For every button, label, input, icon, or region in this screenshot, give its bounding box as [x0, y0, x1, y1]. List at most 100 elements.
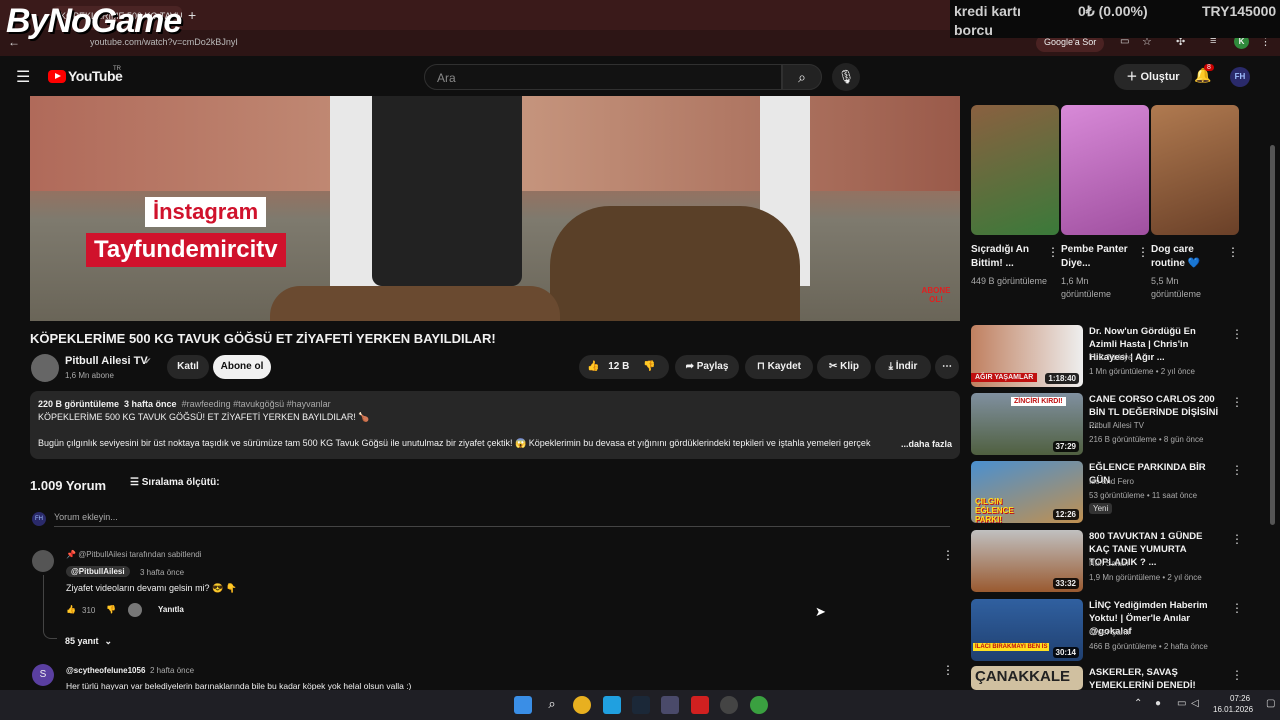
sort-button[interactable]: ☰ Sıralama ölçütü:: [130, 477, 220, 488]
page-scrollbar[interactable]: [1270, 145, 1275, 525]
thumbs-up-icon[interactable]: 👍: [587, 361, 599, 372]
clip-button[interactable]: ✂ Klip: [817, 355, 871, 379]
download-icon: ⤓: [888, 361, 896, 372]
hashtags[interactable]: #rawfeeding #tavukgöğsü #hayvanlar: [182, 399, 331, 409]
tray-mic-icon[interactable]: ●: [1155, 698, 1161, 709]
add-comment-input[interactable]: Yorum ekleyin...: [54, 512, 950, 527]
search-input[interactable]: Ara: [424, 64, 782, 90]
related-thumbnail[interactable]: 33:32: [971, 530, 1083, 592]
clock-time[interactable]: 07:26: [1230, 694, 1250, 703]
comment-menu-icon[interactable]: ⋮: [942, 548, 954, 562]
show-more-link[interactable]: ...daha fazla: [901, 438, 952, 451]
description-box[interactable]: 220 B görüntüleme 3 hafta önce #rawfeedi…: [30, 391, 960, 459]
more-actions-icon[interactable]: ⋯: [935, 355, 959, 379]
save-label: Kaydet: [767, 361, 801, 372]
windows-start-icon[interactable]: [514, 696, 532, 714]
short-thumbnail[interactable]: [1151, 105, 1239, 235]
related-channel[interactable]: TLC Türkiye: [1089, 353, 1132, 362]
youtube-logo-icon[interactable]: [48, 70, 66, 83]
thumbs-down-icon[interactable]: 👎: [643, 355, 655, 379]
related-menu-icon[interactable]: ⋮: [1231, 327, 1243, 341]
related-channel[interactable]: Nuri Saltan: [1089, 559, 1129, 568]
user-avatar[interactable]: FH: [1230, 67, 1250, 87]
thumbnail-badge: AĞIR YAŞAMLAR: [971, 373, 1038, 382]
short-title[interactable]: Pembe Panter Diye...: [1061, 243, 1133, 271]
chrome-icon[interactable]: [573, 696, 591, 714]
short-card[interactable]: Dog care routine 💙 5,5 Mn görüntüleme ⋮: [1151, 105, 1239, 305]
comment-author-2[interactable]: @scytheofelune1056: [66, 666, 145, 675]
comment-author-badge[interactable]: @PitbullAilesi: [66, 566, 130, 577]
related-video[interactable]: 33:32 800 TAVUKTAN 1 GÜNDE KAÇ TANE YUMU…: [971, 530, 1271, 592]
replies-toggle[interactable]: 85 yanıt ⌄: [65, 636, 112, 647]
chevron-down-icon: ⌄: [104, 636, 113, 646]
taskbar-app-icon-3[interactable]: [691, 696, 709, 714]
related-video[interactable]: ÇANAKKALE ASKERLER, SAVAŞ YEMEKLERİNİ DE…: [971, 666, 1271, 690]
like-count[interactable]: 12 B: [608, 361, 629, 372]
short-thumbnail[interactable]: [971, 105, 1059, 235]
short-card[interactable]: Sıçradığı An Bittim! ... 449 B görüntüle…: [971, 105, 1059, 305]
join-button[interactable]: Katıl: [167, 355, 209, 379]
person-legs: [372, 96, 522, 286]
related-thumbnail[interactable]: AĞIR YAŞAMLAR 1:18:40: [971, 325, 1083, 387]
comment-like-count: 310: [82, 606, 96, 615]
taskbar-app-icon[interactable]: [603, 696, 621, 714]
tray-volume-icon[interactable]: ◁: [1191, 698, 1199, 709]
channel-name[interactable]: Pitbull Ailesi TV: [65, 355, 148, 367]
hamburger-menu-icon[interactable]: ☰: [16, 67, 30, 87]
short-card[interactable]: Pembe Panter Diye... 1,6 Mn görüntüleme …: [1061, 105, 1149, 305]
comment-avatar[interactable]: [32, 550, 54, 572]
related-menu-icon[interactable]: ⋮: [1231, 395, 1243, 409]
search-button[interactable]: ⌕: [782, 64, 822, 90]
related-thumbnail[interactable]: İLACI BIRAKMAYI BEN İS 30:14: [971, 599, 1083, 661]
related-title[interactable]: ASKERLER, SAVAŞ YEMEKLERİNİ DENEDİ!: [1089, 666, 1224, 690]
steam-icon[interactable]: [632, 696, 650, 714]
comment-avatar-2[interactable]: S: [32, 664, 54, 686]
short-menu-icon[interactable]: ⋮: [1227, 245, 1239, 259]
share-icon: ➦: [685, 361, 697, 372]
related-menu-icon[interactable]: ⋮: [1231, 532, 1243, 546]
tray-network-icon[interactable]: ▭: [1177, 698, 1186, 709]
clock-date[interactable]: 16.01.2026: [1213, 705, 1253, 714]
comment-dislike-icon[interactable]: 👎: [106, 605, 116, 614]
related-video[interactable]: AĞIR YAŞAMLAR 1:18:40 Dr. Now'un Gördüğü…: [971, 325, 1271, 387]
short-menu-icon[interactable]: ⋮: [1137, 245, 1149, 259]
create-button[interactable]: ＋ Oluştur: [1114, 64, 1192, 90]
video-player[interactable]: İnstagram Tayfundemircitv ABONE OL!: [30, 96, 960, 321]
voice-search-button[interactable]: 🎙: [832, 63, 860, 91]
related-channel[interactable]: Ömer Şanlı: [1089, 628, 1129, 637]
thread-line: [43, 575, 57, 639]
download-button[interactable]: ⤓ İndir: [875, 355, 931, 379]
reply-button[interactable]: Yanıtla: [158, 605, 184, 614]
video-title: KÖPEKLERİME 500 KG TAVUK GÖĞSÜ ET ZİYAFE…: [30, 331, 496, 346]
obs-icon[interactable]: [720, 696, 738, 714]
related-channel[interactable]: Pitbull Ailesi TV: [1089, 421, 1144, 430]
subscribe-button[interactable]: Abone ol: [213, 355, 271, 379]
save-button[interactable]: ⊓ Kaydet: [745, 355, 813, 379]
short-title[interactable]: Sıçradığı An Bittim! ...: [971, 243, 1043, 271]
share-button[interactable]: ➦ Paylaş: [675, 355, 739, 379]
related-thumbnail[interactable]: ÇANAKKALE: [971, 666, 1083, 690]
short-title[interactable]: Dog care routine 💙: [1151, 243, 1223, 271]
short-thumbnail[interactable]: [1061, 105, 1149, 235]
tray-chevron-up-icon[interactable]: ⌃: [1134, 698, 1142, 709]
taskbar-search-icon[interactable]: ⌕: [543, 696, 561, 714]
short-menu-icon[interactable]: ⋮: [1047, 245, 1059, 259]
related-thumbnail[interactable]: ZİNCİRİ KIRDI! 37:29: [971, 393, 1083, 455]
channel-avatar[interactable]: [31, 354, 59, 382]
related-video[interactable]: ÇILGIN EĞLENCE PARKI! 12:26 EĞLENCE PARK…: [971, 461, 1271, 523]
taskbar-app-icon-2[interactable]: [661, 696, 679, 714]
related-video[interactable]: İLACI BIRAKMAYI BEN İS 30:14 LİNÇ Yediği…: [971, 599, 1271, 661]
new-tab-icon[interactable]: +: [188, 7, 196, 23]
related-channel[interactable]: Iso and Fero: [1089, 477, 1134, 486]
related-menu-icon[interactable]: ⋮: [1231, 668, 1243, 682]
related-thumbnail[interactable]: ÇILGIN EĞLENCE PARKI! 12:26: [971, 461, 1083, 523]
comment-menu-icon-2[interactable]: ⋮: [942, 663, 954, 677]
search-icon: ⌕: [798, 69, 806, 85]
related-menu-icon[interactable]: ⋮: [1231, 601, 1243, 615]
notification-center-icon[interactable]: ▢: [1266, 698, 1275, 709]
chrome-active-icon[interactable]: [750, 696, 768, 714]
related-menu-icon[interactable]: ⋮: [1231, 463, 1243, 477]
related-video[interactable]: ZİNCİRİ KIRDI! 37:29 CANE CORSO CARLOS 2…: [971, 393, 1271, 455]
comment-like-icon[interactable]: 👍: [66, 605, 76, 614]
related-meta: 216 B görüntüleme • 8 gün önce: [1089, 435, 1204, 444]
